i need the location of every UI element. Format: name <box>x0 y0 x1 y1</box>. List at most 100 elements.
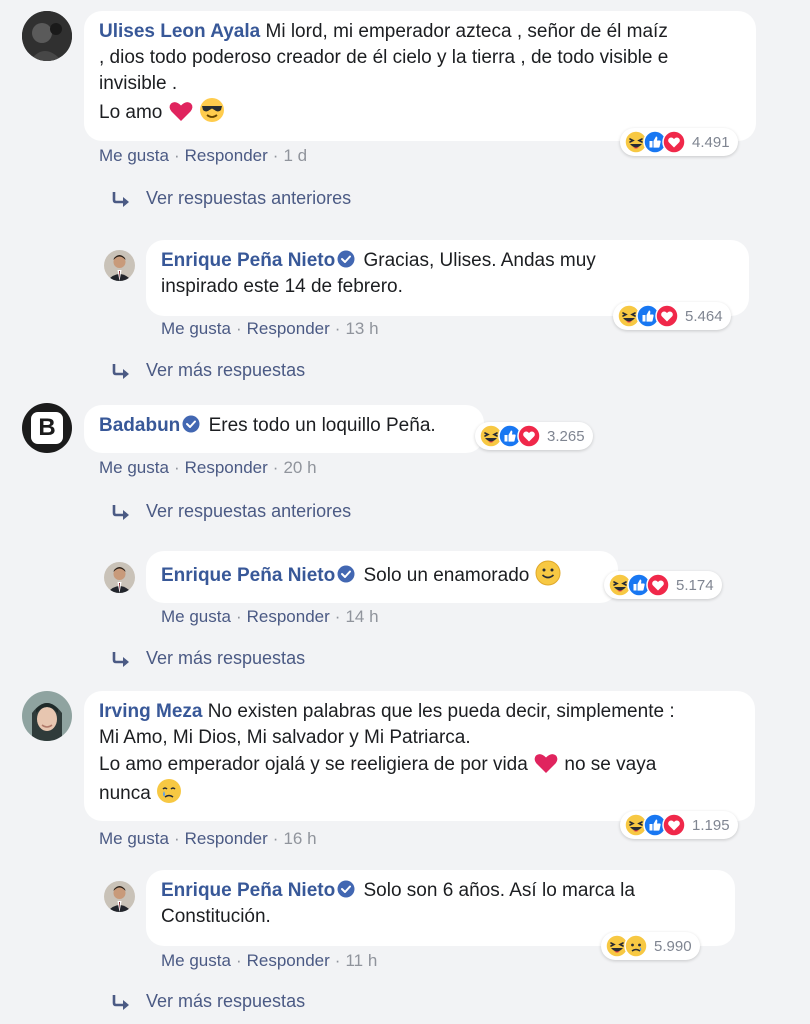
reaction-count: 5.464 <box>685 307 723 325</box>
avatar-photo <box>22 691 72 741</box>
avatar-irving[interactable] <box>22 691 72 741</box>
reaction-count: 4.491 <box>692 133 730 151</box>
comment-text: nunca <box>99 783 151 804</box>
avatar-photo <box>22 11 72 61</box>
reply-link[interactable]: Responder <box>247 319 330 338</box>
crying-emoji-icon <box>157 779 182 803</box>
view-more-replies[interactable]: Ver más respuestas <box>110 991 305 1012</box>
like-link[interactable]: Me gusta <box>99 146 169 165</box>
comment-text: Gracias, Ulises. Andas muy <box>363 250 596 271</box>
heart-emoji-icon <box>534 754 558 773</box>
reactions-summary[interactable]: 3.265 <box>475 422 593 450</box>
verified-badge-icon <box>337 565 356 583</box>
view-previous-replies[interactable]: Ver respuestas anteriores <box>110 501 351 522</box>
comment-text: no se vaya <box>564 754 657 775</box>
avatar-photo <box>104 881 135 912</box>
avatar-ulises[interactable] <box>22 11 72 61</box>
like-link[interactable]: Me gusta <box>161 951 231 970</box>
comment-actions: Me gusta · Responder · 13 h <box>161 319 379 338</box>
comment-actions: Me gusta · Responder · 20 h <box>99 458 317 477</box>
reply-link[interactable]: Responder <box>247 607 330 626</box>
reaction-count: 5.990 <box>654 937 692 955</box>
like-link[interactable]: Me gusta <box>99 829 169 848</box>
timestamp[interactable]: 14 h <box>345 607 378 626</box>
comment-text: Lo amo <box>99 102 163 123</box>
comment-actions: Me gusta · Responder · 14 h <box>161 607 379 626</box>
avatar-epn[interactable] <box>104 250 135 281</box>
comment-bubble-ulises: Ulises Leon Ayala Mi lord, mi emperador … <box>84 11 756 141</box>
comment-text: Mi Amo, Mi Dios, Mi salvador y Mi Patria… <box>99 727 471 748</box>
author-name[interactable]: Ulises Leon Ayala <box>99 21 260 42</box>
avatar-photo <box>104 562 135 593</box>
love-reaction-icon <box>662 813 686 837</box>
reply-arrow-icon <box>112 993 131 1012</box>
author-name[interactable]: Enrique Peña Nieto <box>161 880 335 901</box>
comment-actions: Me gusta · Responder · 11 h <box>161 951 378 970</box>
reply-arrow-icon <box>112 503 131 522</box>
reactions-summary[interactable]: 4.491 <box>620 128 738 156</box>
comment-bubble-badabun: Badabun Eres todo un loquillo Peña. <box>84 405 484 453</box>
timestamp[interactable]: 13 h <box>345 319 378 338</box>
badabun-logo: B <box>31 412 63 444</box>
reactions-summary[interactable]: 5.174 <box>604 571 722 599</box>
verified-badge-icon <box>182 415 201 433</box>
comment-text: Solo un enamorado <box>363 565 530 586</box>
comment-text: Eres todo un loquillo Peña. <box>208 415 436 436</box>
smile-emoji-icon <box>535 560 561 586</box>
author-name[interactable]: Badabun <box>99 415 180 436</box>
reply-link[interactable]: Responder <box>185 458 268 477</box>
comment-text: Constitución. <box>161 906 271 927</box>
heart-emoji-icon <box>169 102 193 121</box>
comment-text: Lo amo emperador ojalá y se reeligiera d… <box>99 754 528 775</box>
author-name[interactable]: Enrique Peña Nieto <box>161 250 335 271</box>
author-name[interactable]: Enrique Peña Nieto <box>161 565 335 586</box>
reply-link[interactable]: Responder <box>247 951 330 970</box>
like-link[interactable]: Me gusta <box>99 458 169 477</box>
timestamp[interactable]: 11 h <box>345 951 377 970</box>
avatar-epn[interactable] <box>104 562 135 593</box>
comment-text: No existen palabras que les pueda decir,… <box>207 701 675 722</box>
view-replies-label: Ver más respuestas <box>146 991 306 1011</box>
view-previous-replies[interactable]: Ver respuestas anteriores <box>110 188 351 209</box>
reactions-summary[interactable]: 5.464 <box>613 302 731 330</box>
comment-text: inspirado este 14 de febrero. <box>161 276 403 297</box>
reaction-count: 5.174 <box>676 576 714 594</box>
comment-actions: Me gusta · Responder · 16 h <box>99 829 317 848</box>
verified-badge-icon <box>337 880 356 898</box>
author-name[interactable]: Irving Meza <box>99 701 202 722</box>
reaction-count: 3.265 <box>547 427 585 445</box>
comment-text: Mi lord, mi emperador azteca , señor de … <box>265 21 668 42</box>
comment-text: , dios todo poderoso creador de él cielo… <box>99 47 669 68</box>
avatar-epn[interactable] <box>104 881 135 912</box>
timestamp[interactable]: 1 d <box>283 146 307 165</box>
love-reaction-icon <box>655 304 679 328</box>
view-more-replies[interactable]: Ver más respuestas <box>110 360 305 381</box>
reaction-count: 1.195 <box>692 816 730 834</box>
reply-arrow-icon <box>112 190 131 209</box>
like-link[interactable]: Me gusta <box>161 319 231 338</box>
reply-link[interactable]: Responder <box>185 146 268 165</box>
reply-bubble-epn: Enrique Peña Nieto Solo un enamorado <box>146 551 618 603</box>
view-more-replies[interactable]: Ver más respuestas <box>110 648 305 669</box>
timestamp[interactable]: 20 h <box>283 458 316 477</box>
comment-text: invisible . <box>99 73 178 94</box>
verified-badge-icon <box>337 250 356 268</box>
view-replies-label: Ver respuestas anteriores <box>146 501 352 521</box>
comment-text: Solo son 6 años. Así lo marca la <box>363 880 635 901</box>
view-replies-label: Ver más respuestas <box>146 648 306 668</box>
reactions-summary[interactable]: 5.990 <box>601 932 700 960</box>
reply-arrow-icon <box>112 362 131 381</box>
love-reaction-icon <box>662 130 686 154</box>
timestamp[interactable]: 16 h <box>283 829 316 848</box>
view-replies-label: Ver respuestas anteriores <box>146 188 352 208</box>
comment-actions: Me gusta · Responder · 1 d <box>99 146 308 165</box>
reply-arrow-icon <box>112 650 131 669</box>
sunglasses-emoji-icon <box>199 98 224 122</box>
reply-link[interactable]: Responder <box>185 829 268 848</box>
reactions-summary[interactable]: 1.195 <box>620 811 738 839</box>
sad-reaction-icon <box>624 934 648 958</box>
love-reaction-icon <box>646 573 670 597</box>
like-link[interactable]: Me gusta <box>161 607 231 626</box>
avatar-badabun[interactable]: B <box>22 403 72 453</box>
love-reaction-icon <box>517 424 541 448</box>
